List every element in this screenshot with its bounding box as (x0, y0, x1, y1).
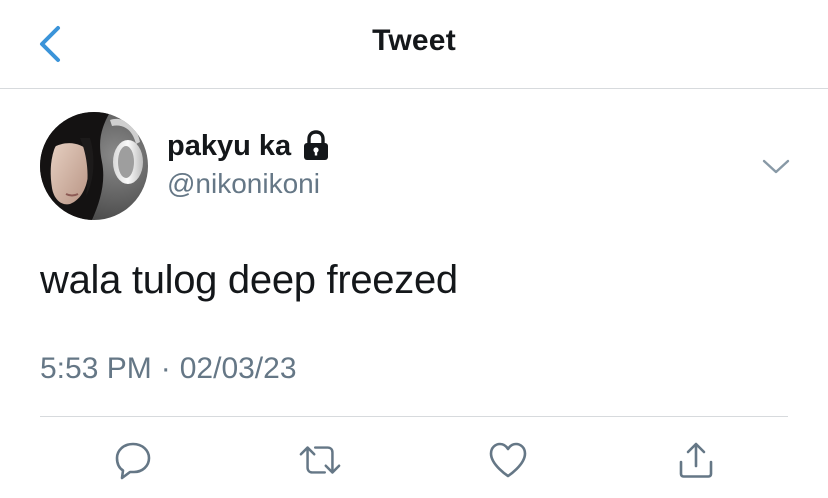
page-title: Tweet (372, 24, 456, 57)
tweet-text: wala tulog deep freezed (40, 258, 458, 302)
tweet-time: 5:53 PM (40, 352, 152, 385)
chevron-down-icon (762, 159, 790, 174)
avatar[interactable] (40, 112, 148, 220)
retweet-icon (299, 446, 341, 474)
share-icon (679, 442, 713, 478)
display-name[interactable]: pakyu ka (167, 130, 291, 163)
profile-photo (40, 112, 148, 220)
tweet-detail-screen: Tweet pakyu ka @nikonikoni wala tulog de… (0, 0, 828, 498)
like-button[interactable] (486, 438, 530, 482)
author-handle[interactable]: @nikonikoni (167, 168, 320, 200)
reply-icon (115, 442, 151, 480)
retweet-button[interactable] (298, 438, 342, 482)
navigation-bar: Tweet (0, 0, 828, 89)
lock-icon (301, 130, 331, 162)
share-button[interactable] (674, 438, 718, 482)
meta-separator: · (160, 352, 171, 385)
heart-icon (489, 442, 527, 478)
divider (40, 416, 788, 417)
author-name-row: pakyu ka (167, 128, 331, 164)
reply-button[interactable] (111, 438, 155, 482)
tweet-timestamp: 5:53 PM · 02/03/23 (40, 352, 297, 386)
more-options-button[interactable] (756, 150, 796, 184)
tweet-date: 02/03/23 (179, 352, 297, 385)
